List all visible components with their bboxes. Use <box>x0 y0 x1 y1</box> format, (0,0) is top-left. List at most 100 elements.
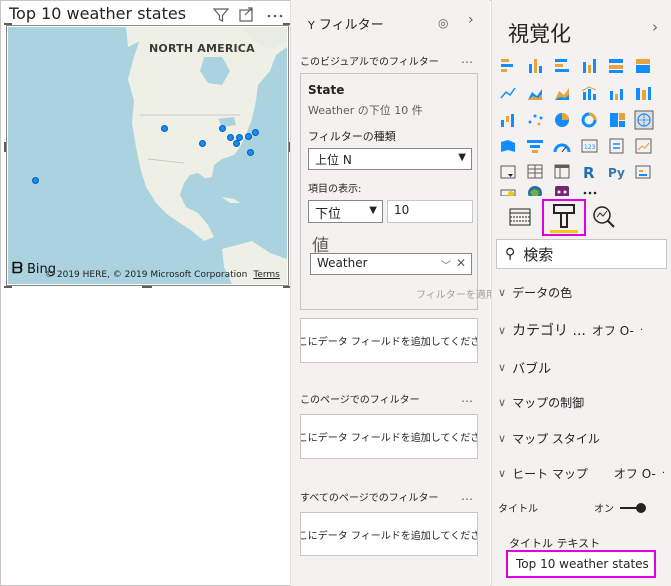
filter-type-select[interactable]: 上位 N ▼ <box>308 148 472 170</box>
title-text-input[interactable]: Top 10 weather states <box>506 550 656 578</box>
filter-card-field[interactable]: State <box>308 83 344 97</box>
eye-icon[interactable]: ◎ <box>438 16 448 30</box>
title-toggle-switch[interactable] <box>620 502 646 513</box>
qa-visual-icon[interactable] <box>500 189 516 197</box>
chevron-down-icon: ∨ <box>498 361 507 374</box>
section-heatmap[interactable]: ∨ ヒート マップ オフ O- · <box>498 465 665 482</box>
more-visuals-icon[interactable] <box>583 191 597 195</box>
map-canvas[interactable]: NORTH AMERICA <box>8 27 287 284</box>
section-map-styles[interactable]: ∨ マップ スタイル <box>498 430 600 447</box>
clustered-bar-chart-icon[interactable] <box>555 59 569 72</box>
kpi-icon[interactable] <box>635 138 652 154</box>
section-bubbles[interactable]: ∨ バブル <box>498 358 551 377</box>
apply-filter-button[interactable]: フィルターを適用 <box>416 286 496 301</box>
dropzone-page[interactable]: ここにデータ フィールドを追加してください <box>300 414 478 459</box>
analytics-magnifier-icon <box>593 206 615 228</box>
fields-tab[interactable] <box>508 205 534 233</box>
remove-field-icon[interactable]: ✕ <box>456 256 466 270</box>
filled-map-icon[interactable] <box>501 140 515 152</box>
map-point[interactable] <box>219 125 226 132</box>
map-region-label: NORTH AMERICA <box>149 42 255 55</box>
stacked-area-chart-icon[interactable] <box>555 88 569 100</box>
analytics-tab[interactable] <box>591 204 617 234</box>
100-stacked-bar-chart-icon[interactable] <box>609 59 623 73</box>
format-tab[interactable] <box>542 199 586 236</box>
100-stacked-column-chart-icon[interactable] <box>636 59 650 73</box>
funnel-chart-icon[interactable] <box>527 140 543 153</box>
more-options-icon[interactable]: … <box>461 52 474 66</box>
map-point[interactable] <box>199 140 206 147</box>
dropzone-visual[interactable]: ここにデータ フィールドを追加してください <box>300 318 478 363</box>
visual-header-tools <box>211 6 291 24</box>
gauge-icon[interactable] <box>553 143 571 153</box>
card-icon[interactable]: 123 <box>581 139 598 153</box>
more-options-icon[interactable]: … <box>461 489 474 503</box>
terms-link[interactable]: Terms <box>253 270 280 280</box>
matrix-icon[interactable] <box>554 164 570 179</box>
r-script-visual-icon[interactable]: R <box>583 164 595 182</box>
map-point[interactable] <box>32 177 39 184</box>
chevron-down-icon[interactable]: ﹀ <box>441 257 451 272</box>
section-visual-filters: このビジュアルでのフィルター <box>300 57 439 68</box>
area-chart-icon[interactable] <box>528 89 542 100</box>
stacked-column-chart-icon[interactable] <box>529 59 542 73</box>
map-point[interactable] <box>252 129 259 136</box>
clustered-column-chart-icon[interactable] <box>583 59 596 73</box>
multi-row-card-icon[interactable] <box>609 138 624 154</box>
table-icon[interactable] <box>527 164 543 179</box>
collapse-filters-icon[interactable]: › <box>468 12 474 28</box>
section-category-labels[interactable]: ∨ カテゴリ ... オフ O- · <box>498 320 643 340</box>
collapse-visualizations-icon[interactable]: › <box>652 18 658 36</box>
resize-handle[interactable] <box>142 286 152 288</box>
title-text-label: タイトル テキスト <box>509 537 601 550</box>
chevron-down-icon: ∨ <box>498 396 507 409</box>
section-map-controls[interactable]: ∨ マップの制御 <box>498 394 584 411</box>
map-point[interactable] <box>161 125 168 132</box>
visual-type-gallery: 123 R Py <box>499 56 661 200</box>
slicer-icon[interactable] <box>500 165 516 179</box>
waterfall-chart-icon[interactable] <box>501 114 514 127</box>
chevron-down-icon: ∨ <box>498 286 507 299</box>
toggle-knob-icon[interactable]: · <box>662 468 665 479</box>
map-point[interactable] <box>233 140 240 147</box>
pie-chart-icon[interactable] <box>555 113 569 127</box>
section-page-filters: このページでのフィルター <box>300 395 420 406</box>
map-point[interactable] <box>247 149 254 156</box>
direction-select[interactable]: 下位 ▼ <box>308 200 383 223</box>
donut-chart-icon[interactable] <box>581 112 597 128</box>
map-icon-selected[interactable] <box>634 110 654 130</box>
more-options-icon[interactable]: … <box>461 391 474 405</box>
chevron-down-icon: ∨ <box>498 467 507 480</box>
more-options-icon[interactable] <box>267 14 283 18</box>
map-point[interactable] <box>245 133 252 140</box>
toggle-knob-icon[interactable]: · <box>640 325 643 336</box>
key-influencers-icon[interactable] <box>635 165 651 179</box>
visualizations-title: 視覚化 <box>508 22 571 46</box>
line-chart-icon[interactable] <box>500 87 516 99</box>
search-icon: ⚲ <box>505 246 516 262</box>
dropzone-all[interactable]: ここにデータ フィールドを追加してください <box>300 512 478 556</box>
paint-roller-icon <box>550 204 578 233</box>
count-input[interactable]: 10 <box>387 200 473 223</box>
value-field-well[interactable]: Weather ﹀ ✕ <box>310 253 472 275</box>
stacked-bar-chart-icon[interactable] <box>501 59 513 72</box>
line-and-clustered-column-icon[interactable] <box>610 89 623 100</box>
map-point[interactable] <box>227 134 234 141</box>
treemap-icon[interactable] <box>610 113 625 127</box>
resize-handle[interactable] <box>4 23 12 25</box>
line-and-column-chart-icon[interactable] <box>581 86 597 100</box>
section-data-colors[interactable]: ∨ データの色 <box>498 284 572 301</box>
visual-title: Top 10 weather states <box>9 4 187 23</box>
ribbon-chart-icon[interactable] <box>636 87 651 100</box>
focus-mode-icon[interactable] <box>239 7 253 22</box>
arcgis-map-icon[interactable] <box>528 186 542 200</box>
section-title[interactable]: タイトル オン <box>498 500 646 515</box>
format-search-input[interactable]: ⚲ 検索 <box>496 239 667 269</box>
scatter-chart-icon[interactable] <box>528 114 543 126</box>
powerapps-icon[interactable] <box>555 186 569 198</box>
svg-text:R: R <box>583 164 595 182</box>
python-visual-icon[interactable]: Py <box>608 166 625 180</box>
resize-handle[interactable] <box>4 142 6 152</box>
filter-icon[interactable] <box>212 8 230 22</box>
resize-handle[interactable] <box>4 286 12 288</box>
